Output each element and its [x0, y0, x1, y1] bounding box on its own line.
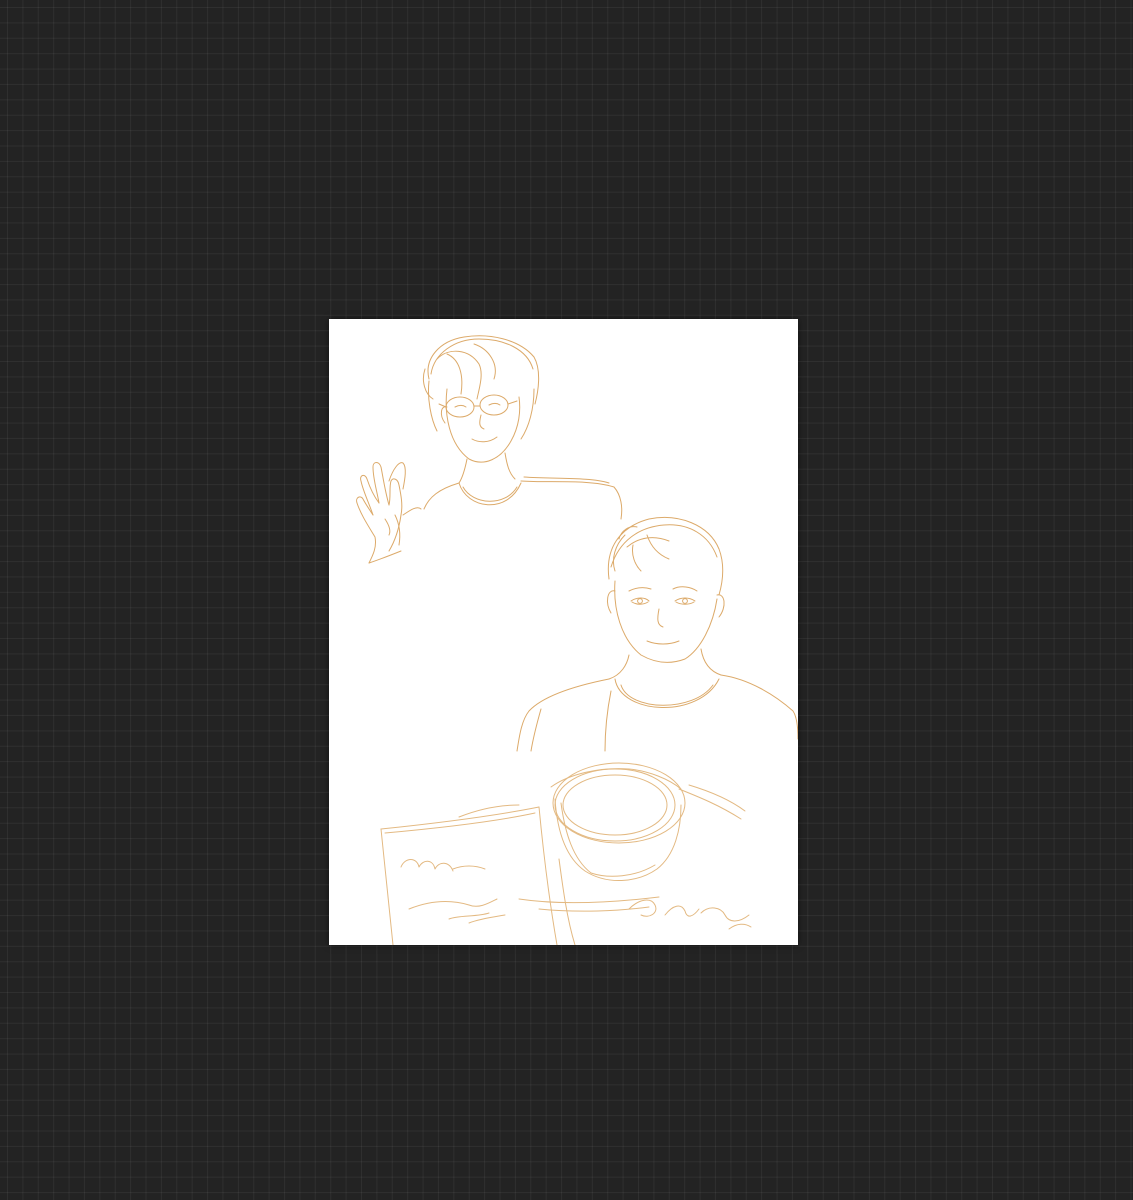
drawing-canvas[interactable] [329, 319, 798, 945]
figure-left-with-glasses [356, 335, 623, 564]
figure-right-short-hair [516, 517, 798, 752]
sketch-artwork [356, 335, 798, 945]
foreground-objects [380, 762, 752, 945]
canvas-workspace[interactable] [0, 0, 1133, 1200]
